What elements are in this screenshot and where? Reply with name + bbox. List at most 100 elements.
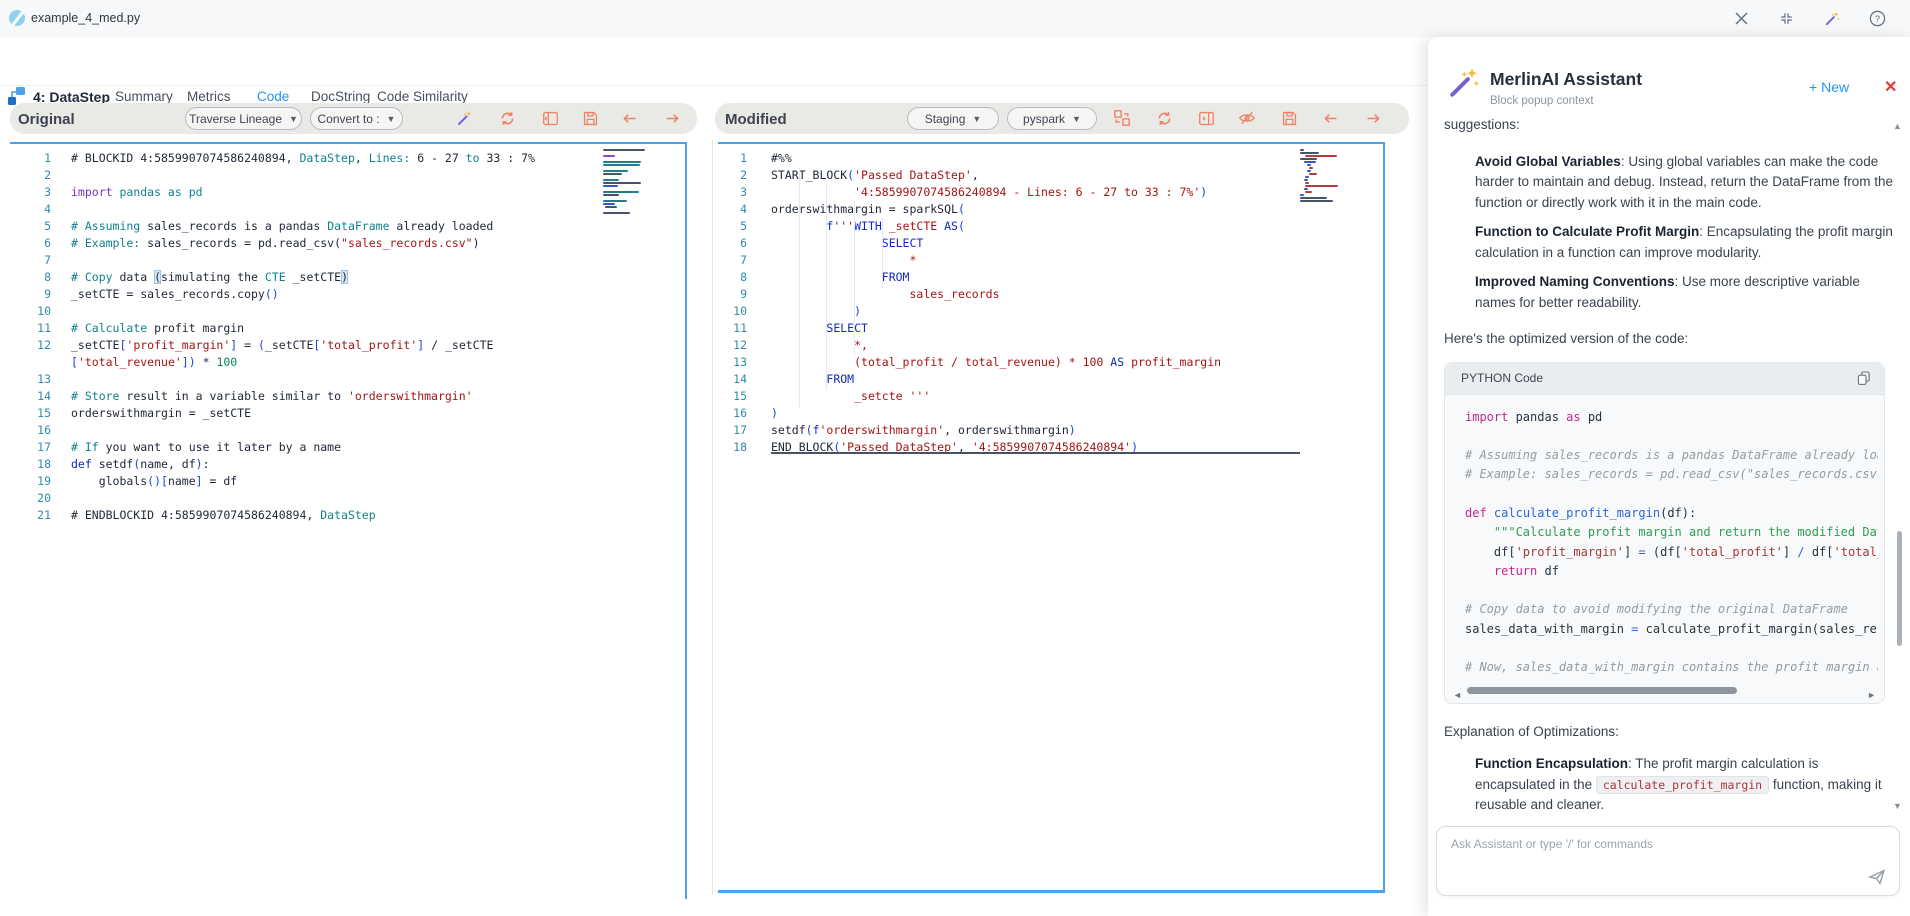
- traverse-lineage-label: Traverse Lineage: [189, 112, 282, 126]
- staging-dropdown[interactable]: Staging▼: [907, 107, 999, 130]
- arrow-left-icon[interactable]: [1320, 108, 1340, 128]
- refresh-icon[interactable]: [1154, 108, 1174, 128]
- new-chat-button[interactable]: + New: [1809, 79, 1849, 95]
- copy-code-icon[interactable]: [1856, 370, 1872, 386]
- assistant-subtitle: Block popup context: [1490, 95, 1594, 107]
- arrow-right-icon[interactable]: [1363, 108, 1383, 128]
- eye-slash-icon[interactable]: [1237, 108, 1257, 128]
- tab-summary[interactable]: Summary: [115, 89, 173, 104]
- modified-minimap[interactable]: [1300, 149, 1338, 203]
- original-code-editor[interactable]: 1# BLOCKID 4:5859907074586240894, DataSt…: [10, 142, 687, 899]
- code-line: 5 f'''WITH _setCTE AS(: [718, 217, 1383, 234]
- line-number: 11: [718, 321, 747, 335]
- code-horizontal-scrollbar[interactable]: ◄ ►: [1453, 685, 1876, 697]
- close-icon[interactable]: [1731, 8, 1751, 28]
- code-line: 7: [10, 251, 685, 268]
- assistant-input[interactable]: Ask Assistant or type '/' for commands: [1436, 826, 1900, 896]
- line-number: 6: [718, 236, 747, 250]
- code-line: 16: [10, 421, 685, 438]
- line-number: 15: [718, 389, 747, 403]
- expand-panel-icon[interactable]: [1196, 108, 1216, 128]
- optimized-intro: Here's the optimized version of the code…: [1444, 329, 1896, 350]
- sidebar-scrollbar-thumb[interactable]: [1897, 531, 1902, 646]
- tab-code[interactable]: Code: [257, 89, 289, 104]
- arrow-right-icon[interactable]: [662, 108, 682, 128]
- arrow-left-icon[interactable]: [619, 108, 639, 128]
- pyspark-label: pyspark: [1023, 112, 1065, 126]
- minimap-line: [603, 203, 615, 205]
- line-number: 10: [10, 304, 51, 318]
- scrollbar-thumb[interactable]: [1467, 687, 1737, 694]
- tab-docstring[interactable]: DocString: [311, 89, 370, 104]
- minimap-line: [1309, 167, 1313, 169]
- close-assistant-icon[interactable]: ✕: [1884, 77, 1897, 97]
- code-line: 15orderswithmargin = _setCTE: [10, 404, 685, 421]
- code-line: 17# If you want to use it later by a nam…: [10, 438, 685, 455]
- line-number: 17: [10, 440, 51, 454]
- minimap-line: [1305, 182, 1309, 184]
- code-line: 4: [10, 200, 685, 217]
- scroll-left-icon[interactable]: ◄: [1453, 685, 1462, 706]
- magic-wand-icon[interactable]: [1822, 8, 1842, 28]
- line-number: 1: [718, 151, 747, 165]
- collapse-panel-icon[interactable]: [540, 108, 560, 128]
- modified-code-editor[interactable]: 1#%%2START_BLOCK('Passed DataStep',3 '4:…: [718, 142, 1385, 893]
- code-line: 1# BLOCKID 4:5859907074586240894, DataSt…: [10, 149, 685, 166]
- scroll-down-icon[interactable]: ▼: [1893, 801, 1902, 811]
- cell-separator-line: [771, 452, 1300, 454]
- minimap-line: [603, 200, 627, 202]
- indent-guide: [799, 167, 800, 407]
- minimap-line: [1300, 197, 1327, 199]
- indent-guide: [882, 218, 883, 288]
- code-block-header: PYTHON Code: [1445, 363, 1884, 395]
- suggestion-list: Avoid Global Variables: Using global var…: [1444, 152, 1896, 314]
- save-icon[interactable]: [580, 108, 600, 128]
- code-line: 3 '4:5859907074586240894 - Lines: 6 - 27…: [718, 183, 1383, 200]
- help-icon[interactable]: ?: [1867, 8, 1887, 28]
- chevron-down-icon: ▼: [289, 114, 298, 124]
- traverse-lineage-dropdown[interactable]: Traverse Lineage ▼: [185, 107, 302, 130]
- minimap-line: [1300, 152, 1319, 154]
- title-bar: example_4_med.py ?: [0, 0, 1910, 38]
- compare-blocks-icon[interactable]: [1112, 108, 1132, 128]
- assistant-code-line: # Example: sales_records = pd.read_csv("…: [1465, 464, 1878, 483]
- line-number: 8: [718, 270, 747, 284]
- code-line: 11# Calculate profit margin: [10, 319, 685, 336]
- code-line: 16): [718, 404, 1383, 421]
- pyspark-dropdown[interactable]: pyspark▼: [1007, 107, 1097, 130]
- compress-icon[interactable]: [1776, 8, 1796, 28]
- save-icon[interactable]: [1279, 108, 1299, 128]
- line-number: 8: [10, 270, 51, 284]
- minimap-line: [1307, 164, 1311, 166]
- code-line: 7 *: [718, 251, 1383, 268]
- assistant-title: MerlinAI Assistant: [1490, 69, 1642, 90]
- code-line: 3import pandas as pd: [10, 183, 685, 200]
- minimap-line: [1304, 179, 1308, 181]
- assistant-conversation: suggestions: Avoid Global Variables: Usi…: [1444, 113, 1896, 826]
- minimap-line: [603, 173, 622, 175]
- magic-wand-icon[interactable]: [455, 108, 475, 128]
- scroll-right-icon[interactable]: ►: [1867, 685, 1876, 706]
- explanation-list: Function Encapsulation: The profit margi…: [1444, 754, 1896, 826]
- convert-to-dropdown[interactable]: Convert to :▼: [310, 107, 403, 130]
- code-line: 14# Store result in a variable similar t…: [10, 387, 685, 404]
- line-number: 5: [10, 219, 51, 233]
- assistant-code-block: PYTHON Code import pandas as pd# Assumin…: [1444, 362, 1885, 704]
- tab-metrics[interactable]: Metrics: [187, 89, 231, 104]
- svg-text:?: ?: [1874, 13, 1879, 24]
- code-line: 19 globals()[name] = df: [10, 472, 685, 489]
- line-number: 2: [718, 168, 747, 182]
- code-line: 20: [10, 489, 685, 506]
- refresh-icon[interactable]: [497, 108, 517, 128]
- line-number: 17: [718, 423, 747, 437]
- minimap-line: [603, 164, 640, 166]
- code-line: 17setdf(f'orderswithmargin', orderswithm…: [718, 421, 1383, 438]
- minimap-line: [1307, 170, 1311, 172]
- original-minimap[interactable]: [603, 149, 645, 215]
- code-line: 12 *,: [718, 336, 1383, 353]
- tab-code-similarity[interactable]: Code Similarity: [377, 89, 468, 104]
- send-icon[interactable]: [1867, 867, 1887, 887]
- minimap-line: [1300, 200, 1333, 202]
- line-number: 7: [718, 253, 747, 267]
- minimap-line: [603, 212, 630, 214]
